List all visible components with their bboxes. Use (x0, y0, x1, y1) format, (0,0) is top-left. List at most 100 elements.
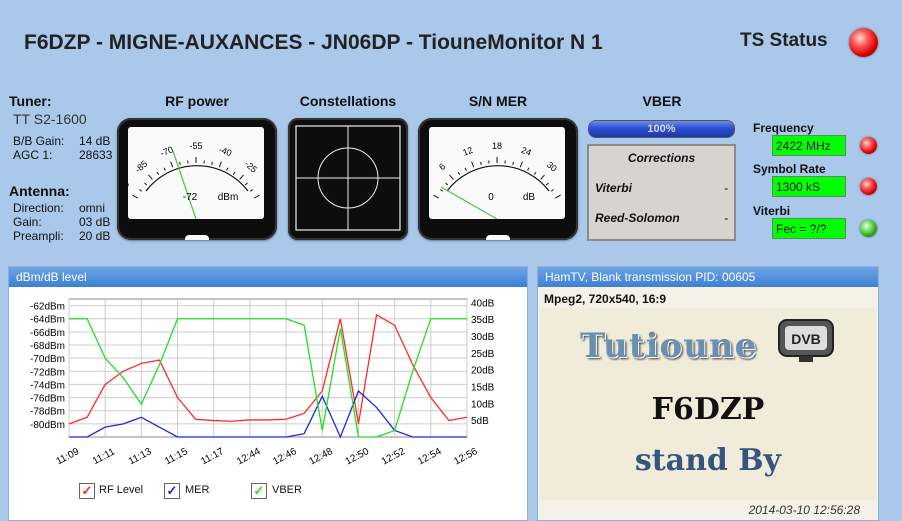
plot-area (68, 298, 468, 438)
standby-text: stand By (634, 443, 782, 478)
x-tick-label: 11:09 (55, 446, 82, 467)
mer-meter: 061218243036 0 dB (418, 118, 578, 240)
agc-label: AGC 1: (13, 148, 53, 162)
preampli-value: 20 dB (79, 229, 111, 243)
video-card: HamTV, Blank transmission PID: 00605 Mpe… (537, 266, 879, 521)
corrections-row-label: Viterbi (595, 181, 632, 195)
vber-progress-label: 100% (647, 123, 676, 135)
y-left-tick-label: -70dBm (30, 354, 65, 365)
mer-scale-label: 12 (461, 145, 474, 158)
rf-power-title: RF power (165, 93, 229, 109)
y-left-tick-label: -62dBm (30, 302, 65, 313)
direction-value: omni (79, 201, 106, 215)
video-frame: Tutioune DVB F6DZP stand By (540, 308, 876, 500)
x-tick-label: 11:17 (199, 446, 226, 467)
mer-scale-tick (449, 174, 454, 180)
rf-needle (172, 150, 197, 220)
mer-meter-face: 061218243036 0 dB (418, 127, 577, 220)
x-tick-label: 12:46 (271, 446, 299, 468)
rf-meter-foot (185, 235, 209, 240)
rf-scale-label: -55 (189, 141, 202, 151)
corrections-row-viterbi: Viterbi - (595, 181, 728, 195)
x-tick-label: 12:50 (344, 446, 372, 468)
rf-scale-tick (239, 174, 244, 180)
agc-value: 28633 (79, 148, 113, 162)
x-tick-label: 11:11 (91, 446, 117, 467)
rf-meter-face: -100 -85 -70 -55 -40 -25 -10 -72 dBm (114, 127, 277, 220)
rf-scale-tick (148, 174, 153, 180)
legend-mer-label: MER (185, 484, 210, 496)
constellation-plot (295, 125, 401, 231)
mer-scale-tick (527, 167, 530, 171)
y-left-tick-label: -80dBm (30, 420, 65, 431)
x-tick-label: 12:56 (452, 446, 480, 468)
corrections-row-value: - (724, 181, 728, 195)
corrections-box: Corrections Viterbi - Reed-Solomon - (587, 144, 736, 241)
legend-rf-label: RF Level (99, 484, 144, 496)
mer-scale-label: 36 (564, 183, 565, 197)
mer-scale-label: 24 (520, 145, 533, 158)
y-right-tick-label: 30dB (471, 332, 495, 343)
mer-scale-tick (464, 167, 467, 171)
y-left-tick-label: -72dBm (30, 367, 65, 378)
video-title: HamTV, Blank transmission PID: 00605 (538, 267, 878, 287)
legend-vber-checkbox[interactable]: ✓ (251, 483, 267, 499)
rf-scale-tick (163, 167, 166, 171)
x-tick-label: 12:54 (416, 446, 444, 468)
ts-status-label: TS Status (740, 30, 828, 51)
level-chart-card: dBm/dB level -62dBm -64dBm -66dBm -68dBm -70… (8, 266, 528, 521)
bb-gain-value: 14 dB (79, 134, 111, 148)
bb-gain-label: B/B Gain: (13, 134, 65, 148)
y-left-tick-label: -78dBm (30, 407, 65, 418)
legend-rf-checkbox[interactable]: ✓ (79, 483, 95, 499)
mer-scale-tick (533, 171, 537, 175)
corrections-row-label: Reed-Solomon (595, 211, 680, 225)
x-tick-label: 11:13 (127, 446, 154, 467)
rf-meter-dial: -100 -85 -70 -55 -40 -25 -10 -72 dBm (114, 141, 277, 220)
callsign-text: F6DZP (651, 392, 765, 427)
frequency-led-icon (860, 137, 877, 154)
rf-scale-tick (218, 161, 222, 168)
rf-scale-tick (249, 189, 253, 192)
rf-scale-label: -85 (133, 159, 149, 175)
rf-scale-tick (132, 194, 138, 199)
antenna-gain-value: 03 dB (79, 215, 111, 229)
rf-scale-tick (226, 167, 229, 171)
mer-scale-label: 18 (492, 141, 502, 151)
antenna-title: Antenna: (9, 183, 70, 199)
legend-mer-checkbox[interactable]: ✓ (164, 483, 180, 499)
mer-scale-tick (471, 161, 475, 168)
mer-scale-tick (555, 194, 561, 199)
rf-scale-tick (232, 171, 236, 175)
constellations-title: Constellations (299, 93, 397, 109)
mer-scale-tick (440, 189, 444, 192)
mer-scale-label: 6 (437, 161, 447, 172)
y-right-tick-label: 5dB (471, 416, 489, 427)
rf-power-meter: -100 -85 -70 -55 -40 -25 -10 -72 dBm (114, 118, 277, 240)
preampli-label: Preampli: (13, 229, 64, 243)
mer-scale-tick (540, 174, 545, 180)
vber-progress-bar: 100% (588, 120, 735, 138)
mer-scale-label: 30 (545, 160, 559, 174)
ts-status-led-icon (849, 28, 878, 57)
x-tick-label: 12:48 (307, 446, 335, 468)
page-title: F6DZP - MIGNE-AUXANCES - JN06DP - Tioune… (24, 31, 603, 54)
rf-reading: -72 (183, 192, 198, 203)
tuner-model: TT S2-1600 (13, 111, 87, 127)
mer-scale-tick (519, 161, 523, 168)
video-format: Mpeg2, 720x540, 16:9 (544, 292, 667, 306)
dvb-tv-icon: DVB (778, 319, 834, 362)
y-right-tick-label: 15dB (471, 383, 495, 394)
y-left-tick-label: -64dBm (30, 315, 65, 326)
rf-scale-label: -100 (128, 180, 131, 201)
y-left-tick-label: -68dBm (30, 341, 65, 352)
sn-mer-title: S/N MER (468, 93, 528, 109)
y-right-tick-label: 35dB (471, 315, 495, 326)
x-tick-label: 12:52 (380, 446, 408, 468)
x-tick-label: 11:15 (163, 446, 190, 467)
y-right-tick-label: 40dB (471, 298, 495, 309)
y-right-tick-label: 10dB (471, 399, 495, 410)
corrections-title: Corrections (627, 151, 696, 165)
viterbi-value: Fec = ?/? (772, 218, 846, 239)
x-tick-label: 12:44 (235, 446, 263, 468)
